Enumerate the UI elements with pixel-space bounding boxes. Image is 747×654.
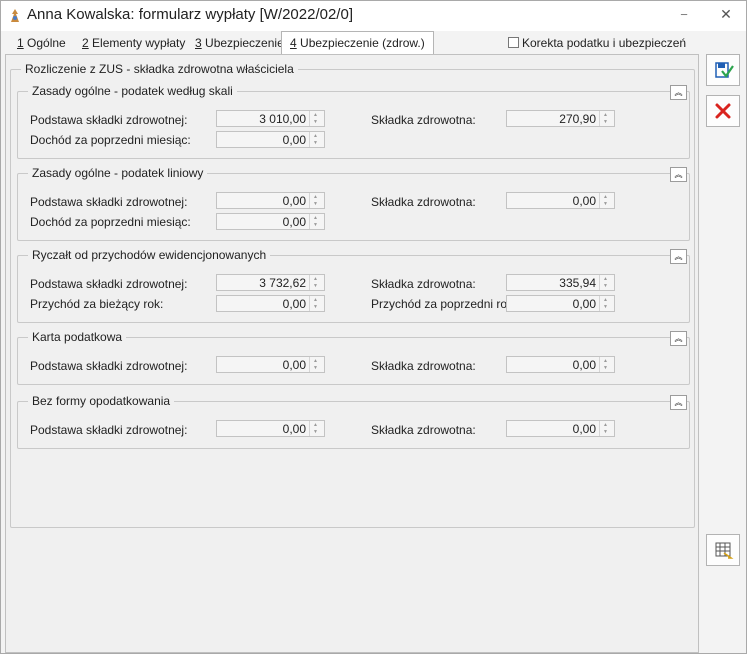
group-title: Ryczałt od przychodów ewidencjonowanych xyxy=(28,248,271,262)
field-value: 0,00 xyxy=(282,422,306,436)
health-contribution-field[interactable]: 0,00 ▲ ▼ xyxy=(506,420,615,437)
field-label: Dochód za poprzedni miesiąc: xyxy=(30,133,191,147)
prev-month-income-field[interactable]: 0,00 ▲ ▼ xyxy=(216,131,325,148)
collapse-chevron-up-icon[interactable]: ︽ xyxy=(670,249,687,264)
collapse-chevron-up-icon[interactable]: ︽ xyxy=(670,167,687,182)
save-accept-icon xyxy=(715,62,734,78)
health-contribution-field[interactable]: 0,00 ▲ ▼ xyxy=(506,192,615,209)
zus-health-contribution-group: Rozliczenie z ZUS - składka zdrowotna wł… xyxy=(10,62,695,528)
field-value: 0,00 xyxy=(282,215,306,229)
group-general-linear: Zasady ogólne - podatek liniowy ︽ Podsta… xyxy=(17,166,690,241)
field-label: Podstawa składki zdrowotnej: xyxy=(30,423,188,437)
current-year-revenue-field[interactable]: 0,00 ▲ ▼ xyxy=(216,295,325,312)
tax-insurance-correction-checkbox[interactable]: Korekta podatku i ubezpieczeń xyxy=(508,36,686,50)
field-label: Przychód za poprzedni rok: xyxy=(371,297,517,311)
field-label: Składka zdrowotna: xyxy=(371,423,476,437)
spin-buttons[interactable]: ▲ ▼ xyxy=(599,275,614,290)
field-value: 0,00 xyxy=(282,358,306,372)
health-base-field[interactable]: 3 732,62 ▲ ▼ xyxy=(216,274,325,291)
group-title: Karta podatkowa xyxy=(28,330,127,344)
health-base-field[interactable]: 3 010,00 ▲ ▼ xyxy=(216,110,325,127)
tab-content-panel: Rozliczenie z ZUS - składka zdrowotna wł… xyxy=(5,54,699,653)
health-base-field[interactable]: 0,00 ▲ ▼ xyxy=(216,356,325,373)
field-label: Podstawa składki zdrowotnej: xyxy=(30,277,188,291)
spin-buttons[interactable]: ▲ ▼ xyxy=(599,193,614,208)
spin-buttons[interactable]: ▲ ▼ xyxy=(309,214,324,229)
tab-health-insurance[interactable]: 4 Ubezpieczenie (zdrow.) xyxy=(281,31,434,55)
tab-general[interactable]: 1 Ogólne xyxy=(9,34,74,52)
close-button[interactable]: ✕ xyxy=(711,6,741,24)
field-value: 0,00 xyxy=(572,358,596,372)
spin-buttons[interactable]: ▲ ▼ xyxy=(599,296,614,311)
spin-buttons[interactable]: ▲ ▼ xyxy=(309,357,324,372)
field-label: Składka zdrowotna: xyxy=(371,195,476,209)
checkbox-label: Korekta podatku i ubezpieczeń xyxy=(522,36,687,50)
cancel-x-icon xyxy=(715,103,731,119)
field-value: 335,94 xyxy=(559,276,596,290)
field-value: 270,90 xyxy=(559,112,596,126)
title-bar: Anna Kowalska: formularz wypłaty [W/2022… xyxy=(1,1,746,31)
health-contribution-field[interactable]: 0,00 ▲ ▼ xyxy=(506,356,615,373)
group-general-scale: Zasady ogólne - podatek według skali ︽ P… xyxy=(17,84,690,159)
spin-buttons[interactable]: ▲ ▼ xyxy=(309,132,324,147)
field-value: 0,00 xyxy=(282,194,306,208)
health-contribution-field[interactable]: 335,94 ▲ ▼ xyxy=(506,274,615,291)
calculator-table-icon xyxy=(715,542,734,559)
spin-buttons[interactable]: ▲ ▼ xyxy=(309,111,324,126)
collapse-chevron-up-icon[interactable]: ︽ xyxy=(670,331,687,346)
cancel-button[interactable] xyxy=(706,95,740,127)
field-label: Składka zdrowotna: xyxy=(371,359,476,373)
tab-payout-elements[interactable]: 2 Elementy wypłaty xyxy=(74,34,193,52)
collapse-chevron-up-icon[interactable]: ︽ xyxy=(670,395,687,410)
field-value: 0,00 xyxy=(282,133,306,147)
previous-year-revenue-field[interactable]: 0,00 ▲ ▼ xyxy=(506,295,615,312)
group-no-tax-form: Bez formy opodatkowania ︽ Podstawa skład… xyxy=(17,394,690,449)
field-value: 0,00 xyxy=(572,297,596,311)
spin-buttons[interactable]: ▲ ▼ xyxy=(309,421,324,436)
window-title: Anna Kowalska: formularz wypłaty [W/2022… xyxy=(27,6,353,23)
field-label: Składka zdrowotna: xyxy=(371,277,476,291)
prev-month-income-field[interactable]: 0,00 ▲ ▼ xyxy=(216,213,325,230)
spin-buttons[interactable]: ▲ ▼ xyxy=(599,421,614,436)
field-label: Składka zdrowotna: xyxy=(371,113,476,127)
field-value: 3 010,00 xyxy=(259,112,306,126)
tab-insurance[interactable]: 3 Ubezpieczenie xyxy=(187,34,292,52)
field-value: 0,00 xyxy=(572,194,596,208)
field-label: Podstawa składki zdrowotnej: xyxy=(30,359,188,373)
health-base-field[interactable]: 0,00 ▲ ▼ xyxy=(216,192,325,209)
spin-buttons[interactable]: ▲ ▼ xyxy=(599,357,614,372)
field-value: 0,00 xyxy=(572,422,596,436)
outer-group-title: Rozliczenie z ZUS - składka zdrowotna wł… xyxy=(21,62,298,76)
minimize-button[interactable]: − xyxy=(669,7,699,25)
spin-buttons[interactable]: ▲ ▼ xyxy=(309,193,324,208)
group-title: Zasady ogólne - podatek liniowy xyxy=(28,166,208,180)
spin-buttons[interactable]: ▲ ▼ xyxy=(599,111,614,126)
checkbox-box[interactable] xyxy=(508,37,519,48)
group-tax-card: Karta podatkowa ︽ Podstawa składki zdrow… xyxy=(17,330,690,385)
group-title: Zasady ogólne - podatek według skali xyxy=(28,84,237,98)
group-title: Bez formy opodatkowania xyxy=(28,394,175,408)
spin-buttons[interactable]: ▲ ▼ xyxy=(309,296,324,311)
field-label: Przychód za bieżący rok: xyxy=(30,297,164,311)
field-value: 0,00 xyxy=(282,297,306,311)
field-label: Podstawa składki zdrowotnej: xyxy=(30,195,188,209)
health-contribution-field[interactable]: 270,90 ▲ ▼ xyxy=(506,110,615,127)
group-lump-sum: Ryczałt od przychodów ewidencjonowanych … xyxy=(17,248,690,323)
calculate-button[interactable] xyxy=(706,534,740,566)
health-base-field[interactable]: 0,00 ▲ ▼ xyxy=(216,420,325,437)
field-value: 3 732,62 xyxy=(259,276,306,290)
payout-form-window: Anna Kowalska: formularz wypłaty [W/2022… xyxy=(0,0,747,654)
collapse-chevron-up-icon[interactable]: ︽ xyxy=(670,85,687,100)
spin-buttons[interactable]: ▲ ▼ xyxy=(309,275,324,290)
save-button[interactable] xyxy=(706,54,740,86)
field-label: Podstawa składki zdrowotnej: xyxy=(30,113,188,127)
app-icon xyxy=(11,9,19,22)
field-label: Dochód za poprzedni miesiąc: xyxy=(30,215,191,229)
